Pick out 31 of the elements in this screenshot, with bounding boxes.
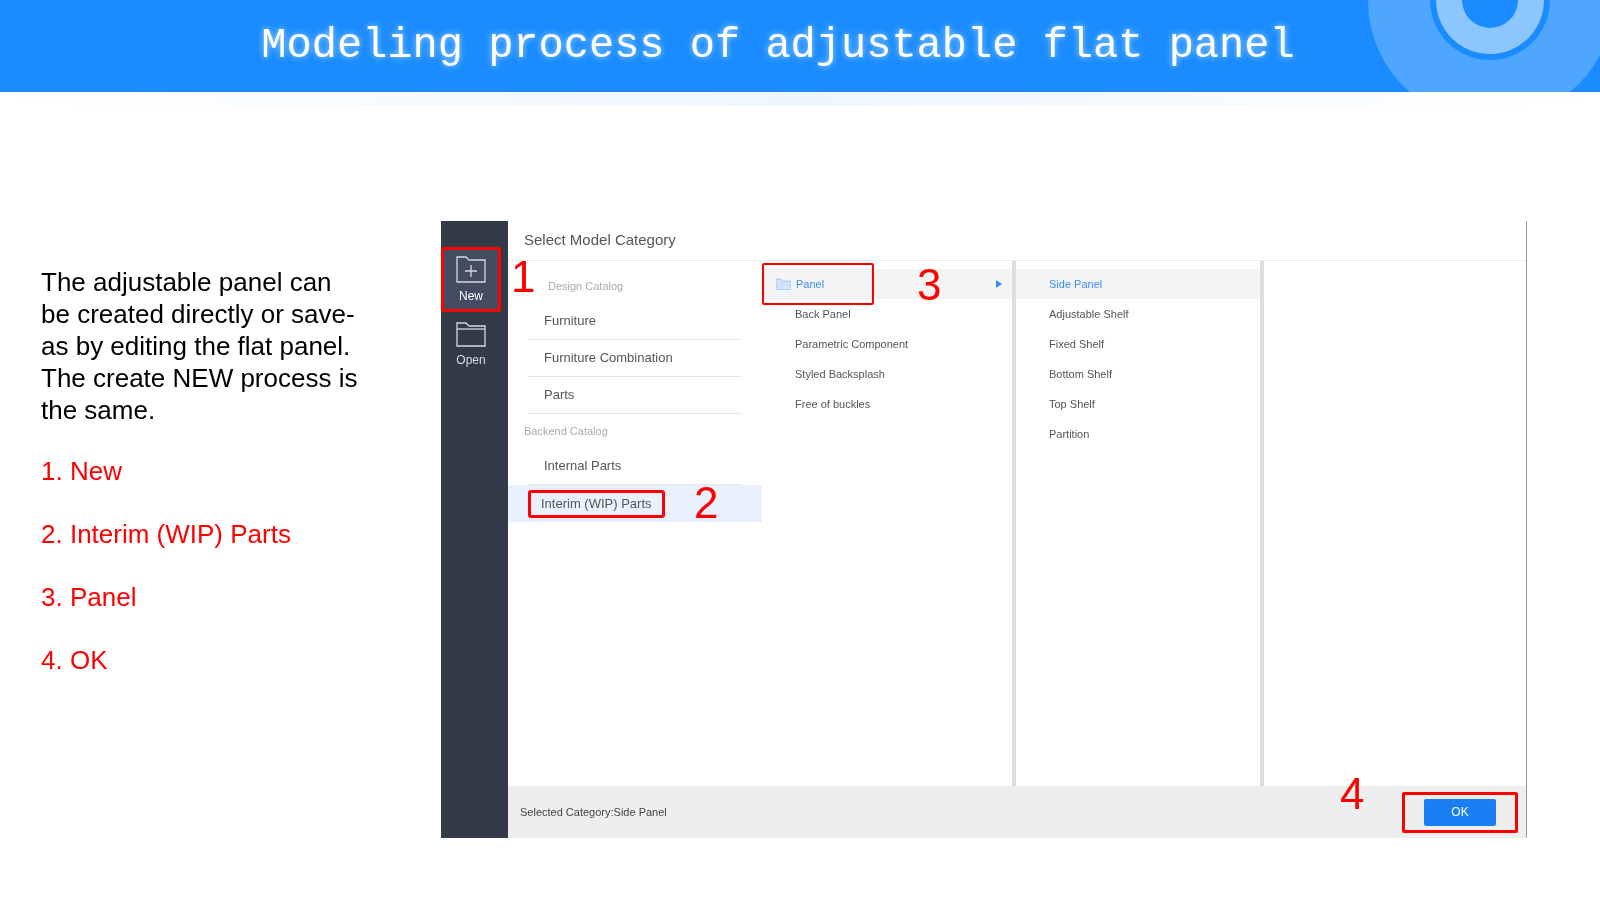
sidebar-item[interactable]: Open [441,312,501,377]
step-number: 1 [511,255,536,299]
catalog-item[interactable]: Furniture Combination [528,340,742,377]
step-text: 4. OK [41,644,109,677]
category-item[interactable]: Styled Backsplash [762,359,885,389]
type-item[interactable]: Bottom Shelf [1016,359,1260,389]
folder-icon [456,320,486,347]
category-item[interactable]: Free of buckles [762,389,871,419]
add-folder-icon [456,254,486,283]
type-item[interactable]: Fixed Shelf [1016,329,1260,359]
catalog-item[interactable]: Interim (WIP) Parts [528,489,665,518]
type-item[interactable]: Partition [1016,419,1260,449]
step-number: 4 [1340,771,1365,816]
ok-button[interactable]: OK [1424,798,1496,826]
catalog-heading: Design Catalog [548,278,624,294]
category-item[interactable]: Parametric Component [762,329,909,359]
step-text: 1. New [41,455,123,488]
step-text: 3. Panel [41,581,138,614]
catalog-item[interactable]: Furniture [528,303,742,340]
step-number: 3 [917,263,942,307]
folder-icon [776,278,791,290]
type-item[interactable]: Adjustable Shelf [1016,299,1260,329]
catalog-item[interactable]: Parts [528,377,742,414]
slide-title: Modeling process of adjustable flat panel [261,20,1295,72]
sidebar-item[interactable]: New [441,247,501,312]
type-item[interactable]: Top Shelf [1016,389,1260,419]
description-text: The adjustable panel can be created directly or save-as by editing the flat panel. The create NEW process is the same. [41,266,359,426]
step-text: 2. Interim (WIP) Parts [41,518,292,551]
status-text: Selected Category:Side Panel [520,804,667,820]
dialog-title: Select Model Category [524,230,676,251]
catalog-heading: Backend Catalog [524,423,608,439]
